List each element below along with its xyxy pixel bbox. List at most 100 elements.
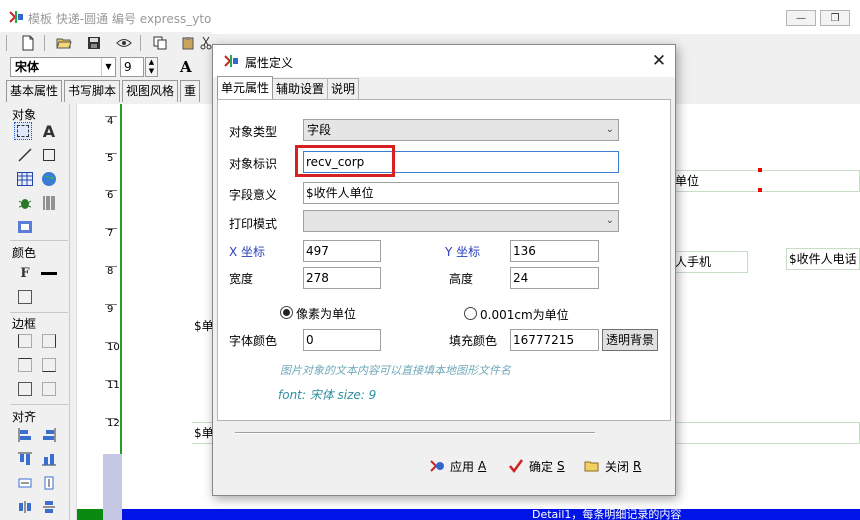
- dialog-close-button[interactable]: ✕: [649, 51, 669, 71]
- font-color-label: 字体颜色: [229, 334, 278, 348]
- font-name-select[interactable]: 宋体 ▼: [10, 57, 116, 77]
- image-tool[interactable]: [40, 170, 58, 188]
- line-tool[interactable]: [16, 146, 34, 164]
- align-bottom-button[interactable]: [40, 450, 58, 468]
- tab-aux-settings[interactable]: 辅助设置: [272, 78, 329, 99]
- select-tool[interactable]: [14, 122, 32, 140]
- font-color-tool[interactable]: F: [16, 264, 34, 282]
- unit-pixel-radio[interactable]: [280, 306, 293, 319]
- cut-button[interactable]: [200, 34, 212, 52]
- align-left-button[interactable]: [16, 426, 34, 444]
- border-right-button[interactable]: [42, 334, 56, 348]
- border-top-button[interactable]: [18, 358, 32, 372]
- eye-icon: [116, 39, 132, 47]
- barcode-bug-tool[interactable]: [16, 194, 34, 212]
- y-coord-input[interactable]: 136: [510, 240, 599, 262]
- distribute-v-button[interactable]: [40, 498, 58, 516]
- border-none-button[interactable]: [42, 382, 56, 396]
- tab-basic-properties[interactable]: 基本属性: [6, 80, 63, 102]
- chevron-down-icon: ▼: [101, 58, 115, 76]
- palette-divider: [10, 240, 68, 241]
- object-type-select[interactable]: 字段 ⌄: [303, 119, 619, 141]
- apply-icon: [428, 457, 446, 475]
- tab-write-script[interactable]: 书写脚本: [64, 80, 121, 102]
- main-titlebar: 模板 快递-圆通 编号 express_yto — ❐: [0, 0, 860, 34]
- bold-button[interactable]: A: [180, 58, 192, 76]
- distribute-h-icon: [19, 501, 31, 513]
- same-width-icon: [18, 478, 32, 488]
- tab-cell-properties[interactable]: 单元属性: [217, 76, 274, 99]
- palette-divider: [10, 404, 68, 405]
- font-color-input[interactable]: 0: [303, 329, 381, 351]
- object-id-label: 对象标识: [229, 157, 278, 171]
- print-mode-select[interactable]: ⌄: [303, 210, 619, 232]
- copy-button[interactable]: [150, 34, 170, 52]
- font-size-input[interactable]: 9: [120, 57, 144, 77]
- align-top-button[interactable]: [16, 450, 34, 468]
- distribute-h-button[interactable]: [16, 498, 34, 516]
- ok-button[interactable]: 确定 S: [507, 455, 565, 477]
- tab-view-style[interactable]: 视图风格: [122, 80, 179, 102]
- fill-color-input[interactable]: 16777215: [510, 329, 599, 351]
- ruler-detail-band: [103, 454, 123, 520]
- minimize-icon: —: [796, 12, 806, 24]
- canvas-field-recv-corp[interactable]: 单位: [672, 170, 860, 192]
- new-file-button[interactable]: [18, 34, 38, 52]
- save-button[interactable]: [84, 34, 104, 52]
- dialog-body: 单元属性 辅助设置 说明 对象类型 字段 ⌄ 对象标识 recv_corp 字段…: [213, 76, 675, 495]
- font-info-text: font: 宋体 size: 9: [278, 388, 377, 402]
- fill-color-value: 16777215: [513, 333, 575, 347]
- same-height-button[interactable]: [40, 474, 58, 492]
- border-left-button[interactable]: [18, 334, 32, 348]
- rectangle-tool[interactable]: [40, 146, 58, 164]
- window-title: 模板 快递-圆通 编号 express_yto: [28, 12, 212, 26]
- barcode-tool[interactable]: [40, 194, 58, 212]
- border-all-button[interactable]: [18, 382, 32, 396]
- resize-handle[interactable]: [758, 188, 762, 192]
- spin-up-icon: ▲: [148, 58, 155, 66]
- paste-button[interactable]: [178, 34, 198, 52]
- table-tool[interactable]: [16, 170, 34, 188]
- copy-icon: [153, 36, 167, 50]
- minimize-button[interactable]: —: [786, 10, 816, 26]
- canvas-field-truncated[interactable]: $单: [192, 316, 212, 338]
- restore-button[interactable]: ❐: [820, 10, 850, 26]
- font-size-spinner[interactable]: ▲ ▼: [145, 57, 158, 77]
- border-section-label: 边框: [12, 317, 37, 331]
- toolbar-separator: [44, 35, 45, 51]
- height-input[interactable]: 24: [510, 267, 599, 289]
- unit-cm-label[interactable]: 0.001cm为单位: [480, 306, 569, 323]
- unit-pixel-label[interactable]: 像素为单位: [296, 305, 356, 322]
- tab-description[interactable]: 说明: [327, 78, 360, 99]
- dialog-tabs: 单元属性 辅助设置 说明: [217, 76, 360, 100]
- line-color-tool[interactable]: [40, 264, 58, 282]
- ruler-mark: 8: [107, 266, 114, 277]
- align-right-icon: [43, 428, 56, 442]
- field-meaning-input[interactable]: $收件人单位: [303, 182, 619, 204]
- close-button[interactable]: 关闭 R: [583, 455, 641, 477]
- unit-cm-radio[interactable]: [464, 307, 477, 320]
- transparent-background-button[interactable]: 透明背景: [602, 329, 658, 351]
- resize-handle[interactable]: [758, 168, 762, 172]
- align-right-button[interactable]: [40, 426, 58, 444]
- font-name-value: 宋体: [15, 60, 40, 74]
- width-input[interactable]: 278: [303, 267, 381, 289]
- x-coord-input[interactable]: 497: [303, 240, 381, 262]
- special-tool[interactable]: [16, 218, 34, 236]
- text-tool[interactable]: A: [40, 122, 58, 141]
- canvas-field-recv-mobile[interactable]: 人手机: [672, 251, 748, 273]
- y-coord-value: 136: [513, 244, 536, 258]
- fill-color-tool[interactable]: [18, 290, 32, 304]
- font-size-value: 9: [124, 60, 132, 74]
- close-icon: ✕: [651, 51, 667, 71]
- open-folder-button[interactable]: [54, 34, 74, 52]
- toolbar-separator: [6, 35, 7, 51]
- grid-icon: [18, 221, 32, 233]
- apply-button[interactable]: 应用 A: [428, 455, 486, 477]
- detail-band-bar[interactable]: Detail1，每条明细记录的内容: [122, 509, 860, 520]
- canvas-field-recv-phone[interactable]: $收件人电话: [786, 248, 860, 270]
- tab-truncated[interactable]: 重: [180, 80, 201, 102]
- preview-button[interactable]: [114, 34, 134, 52]
- border-bottom-button[interactable]: [42, 358, 56, 372]
- same-width-button[interactable]: [16, 474, 34, 492]
